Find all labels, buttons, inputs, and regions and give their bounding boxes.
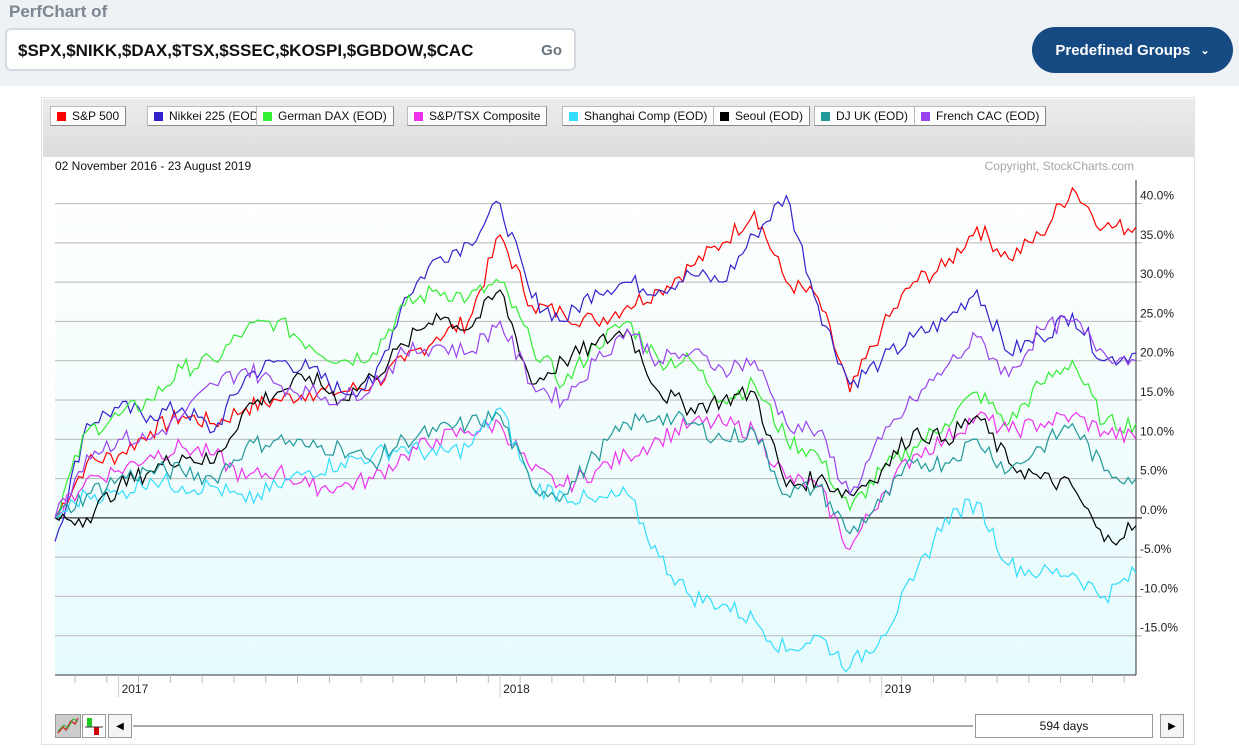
y-tick-label: 25.0%: [1140, 306, 1174, 320]
x-tick-label: 2018: [503, 682, 530, 696]
performance-chart: 40.0% 35.0% 30.0% 25.0% 20.0% 15.0% 10.0% 5.0% 0…: [54, 180, 1178, 697]
y-tick-label: 5.0%: [1140, 464, 1168, 478]
y-tick-label: -15.0%: [1140, 621, 1178, 635]
x-tick-label: 2017: [122, 682, 149, 696]
arrow-left-icon: ◀: [116, 720, 124, 732]
range-slider-handle[interactable]: 594 days: [975, 714, 1153, 738]
range-scrollbar[interactable]: [133, 725, 973, 727]
x-tick-label: 2019: [885, 682, 912, 696]
line-chart-mode-button[interactable]: [55, 714, 81, 738]
y-tick-label: 15.0%: [1140, 385, 1174, 399]
range-days-label: 594 days: [1039, 719, 1089, 733]
scroll-left-button[interactable]: ◀: [108, 714, 132, 738]
y-tick-label: 10.0%: [1140, 424, 1174, 438]
arrow-right-icon: ▶: [1168, 720, 1176, 732]
scroll-right-button[interactable]: ▶: [1160, 714, 1184, 738]
line-chart-icon: [57, 717, 79, 734]
y-tick-label: 40.0%: [1140, 189, 1174, 203]
bar-chart-mode-button[interactable]: [82, 714, 106, 738]
y-tick-label: 20.0%: [1140, 346, 1174, 360]
y-tick-label: -5.0%: [1140, 542, 1172, 556]
y-tick-label: 0.0%: [1140, 503, 1168, 517]
y-tick-label: 35.0%: [1140, 228, 1174, 242]
y-tick-label: 30.0%: [1140, 267, 1174, 281]
y-tick-label: -10.0%: [1140, 581, 1178, 595]
bar-chart-icon: [85, 718, 103, 735]
plot-area: [55, 180, 1136, 675]
